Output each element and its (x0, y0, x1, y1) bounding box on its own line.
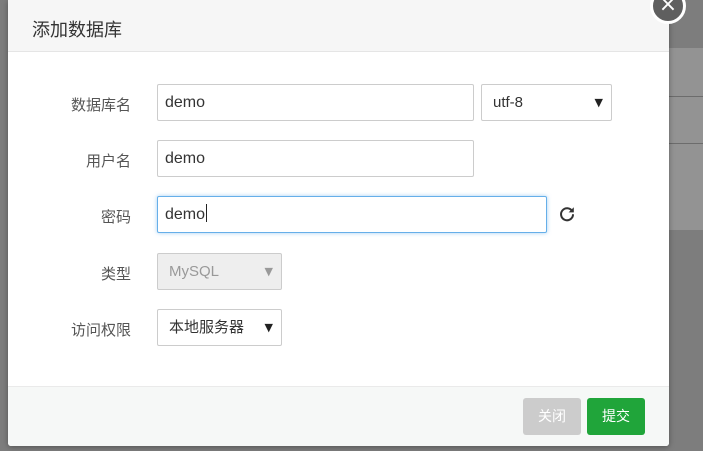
access-select[interactable]: 本地服务器 ▼ (157, 309, 282, 346)
dialog-title: 添加数据库 (32, 20, 122, 40)
dialog-footer: 关闭 提交 (8, 386, 669, 446)
triangle-down-icon: ▼ (264, 321, 273, 334)
type-select: MySQL ▼ (157, 253, 282, 290)
charset-select[interactable]: utf-8 ▼ (481, 84, 612, 121)
username-value: demo (165, 150, 206, 167)
refresh-icon[interactable] (558, 205, 576, 223)
access-value: 本地服务器 (169, 319, 245, 336)
username-label: 用户名 (85, 153, 131, 170)
charset-value: utf-8 (493, 94, 524, 111)
text-caret (206, 204, 208, 222)
password-input[interactable]: demo (157, 196, 547, 233)
db-name-input[interactable]: demo (157, 84, 474, 121)
add-database-dialog: 添加数据库 数据库名 demo utf-8 ▼ 用户名 demo 密码 demo… (8, 0, 669, 446)
access-label: 访问权限 (70, 322, 131, 339)
db-name-label: 数据库名 (70, 97, 131, 114)
close-button[interactable]: 关闭 (523, 398, 581, 435)
type-label: 类型 (100, 266, 131, 283)
password-value: demo (165, 206, 206, 223)
password-label: 密码 (100, 209, 131, 226)
type-value: MySQL (169, 263, 220, 280)
submit-button[interactable]: 提交 (587, 398, 645, 435)
db-name-value: demo (165, 94, 206, 111)
triangle-down-icon: ▼ (594, 96, 603, 109)
triangle-down-icon: ▼ (264, 265, 273, 278)
dialog-header: 添加数据库 (8, 0, 669, 52)
username-input[interactable]: demo (157, 140, 474, 177)
